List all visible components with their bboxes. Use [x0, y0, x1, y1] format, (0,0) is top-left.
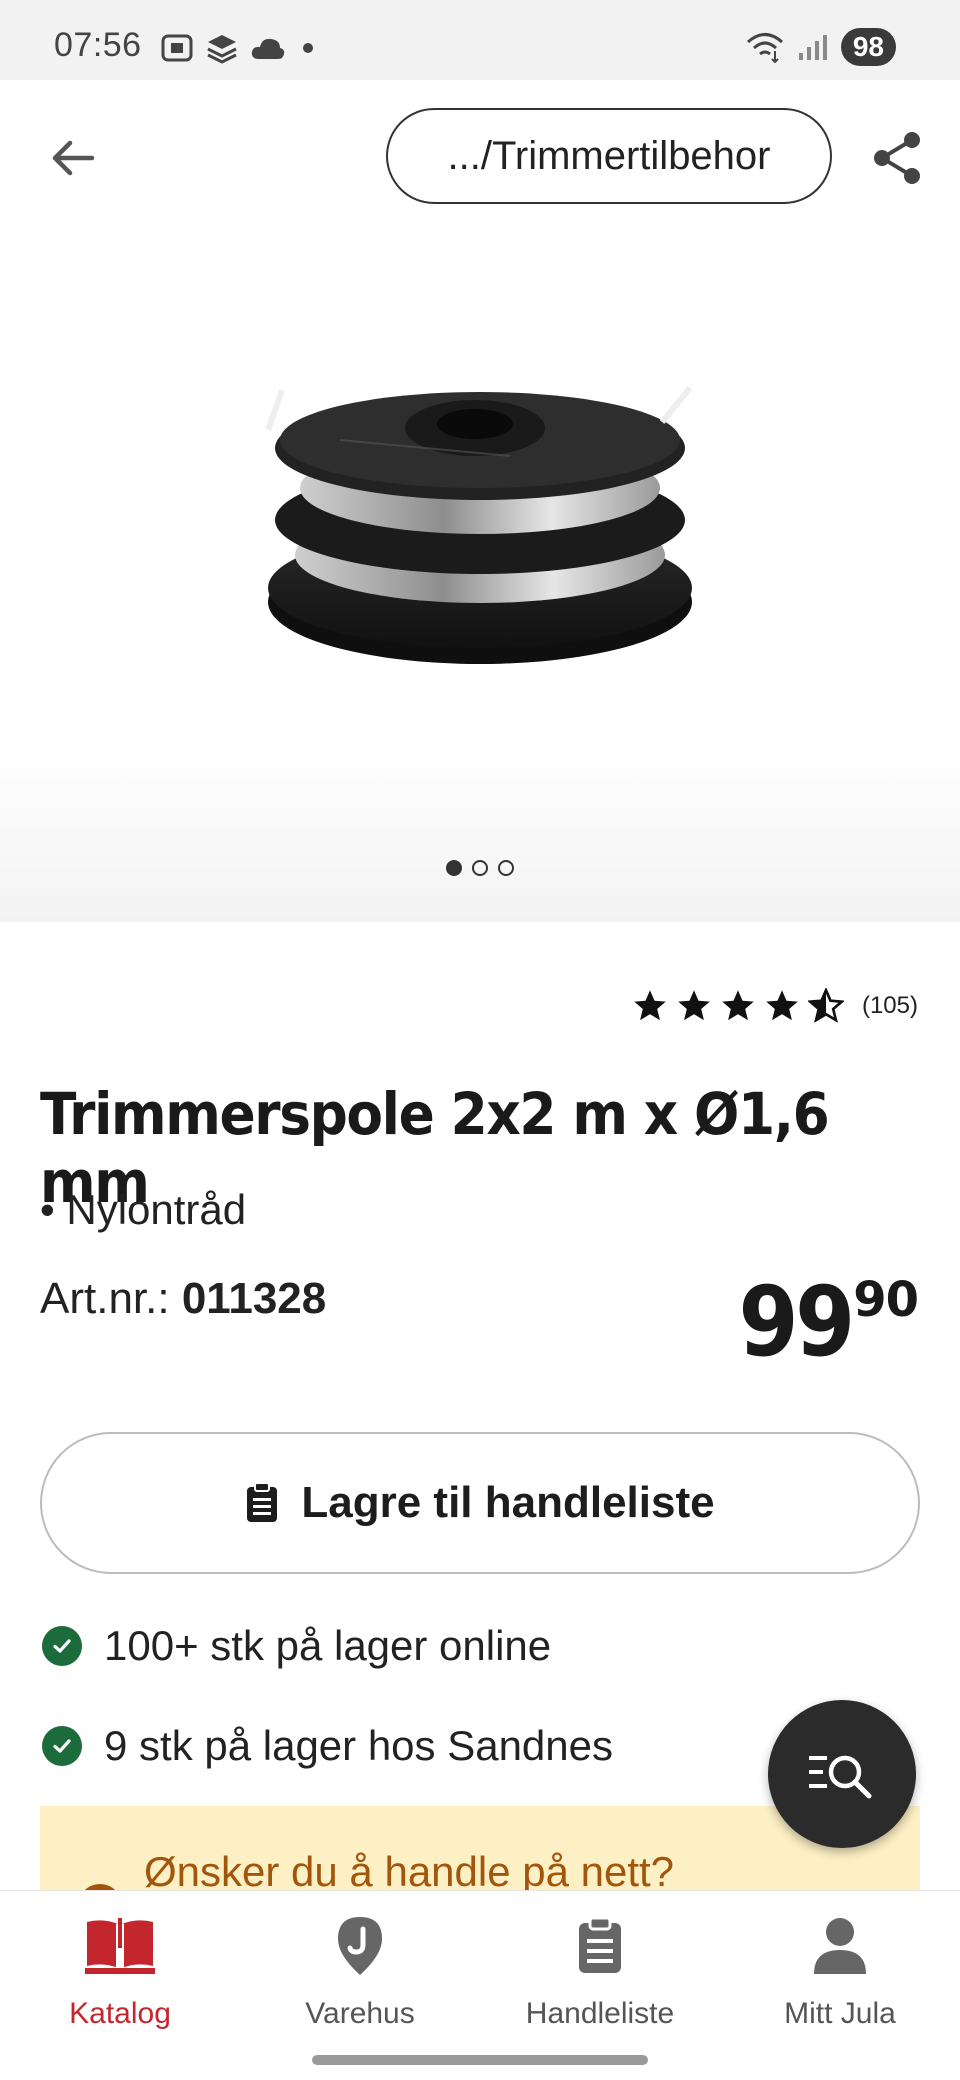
signal-icon — [798, 35, 827, 60]
rating[interactable]: (105) — [632, 988, 918, 1024]
stock-store[interactable]: 9 stk på lager hos Sandnes — [42, 1722, 613, 1770]
article-number: Art.nr.: 011328 — [40, 1274, 326, 1324]
nav-label: Mitt Jula — [784, 1997, 896, 2030]
gallery-dot[interactable] — [446, 860, 462, 876]
share-button[interactable] — [866, 126, 930, 190]
status-icons-right: 98 — [745, 28, 896, 66]
wifi-icon — [746, 33, 783, 63]
article-number-label: Art.nr.: — [40, 1274, 182, 1323]
clipboard-icon — [247, 1482, 278, 1522]
map-pin-icon — [320, 1911, 400, 1981]
article-number-value: 011328 — [181, 1274, 327, 1323]
clipboard-icon — [560, 1911, 640, 1981]
product-page: 07:56 98 .../Trimmertilbehor (105) Trimm… — [0, 0, 960, 2080]
product-gallery[interactable] — [0, 240, 960, 922]
book-icon — [80, 1911, 160, 1981]
back-button[interactable] — [44, 128, 104, 188]
banner-text: Ønsker du å handle på nett? — [144, 1848, 675, 1895]
nav-label: Varehus — [305, 1997, 415, 2030]
nav-label: Handleliste — [525, 1997, 675, 2030]
stock-online-text: 100+ stk på lager online — [104, 1622, 552, 1669]
stock-store-text: 9 stk på lager hos Sandnes — [104, 1722, 614, 1769]
cloud-icon — [251, 38, 285, 59]
nav-label: Katalog — [69, 1997, 171, 2030]
search-fab[interactable] — [768, 1700, 916, 1848]
price-decimal: 90 — [853, 1272, 919, 1328]
product-image — [265, 386, 693, 664]
layers-icon — [207, 35, 237, 64]
stock-online: 100+ stk på lager online — [42, 1622, 551, 1670]
star-icon — [634, 990, 666, 1021]
nav-item-handleliste[interactable]: Handleliste — [480, 1891, 720, 2041]
breadcrumb-label: .../Trimmertilbehor — [447, 133, 771, 178]
header: .../Trimmertilbehor — [0, 80, 960, 240]
star-half-icon — [807, 988, 844, 1023]
save-button-label: Lagre til handleliste — [301, 1478, 715, 1527]
save-to-list-button[interactable]: Lagre til handleliste — [40, 1432, 920, 1574]
search-list-icon — [809, 1755, 872, 1799]
bottom-navigation: Katalog Varehus Handleliste Mitt Jula — [0, 1890, 960, 2080]
gallery-dot[interactable] — [472, 860, 488, 876]
status-time: 07:56 — [54, 26, 142, 64]
nav-item-mitt-jula[interactable]: Mitt Jula — [720, 1891, 960, 2041]
check-icon — [42, 1726, 82, 1766]
battery-badge: 98 — [840, 28, 896, 66]
status-icons-left — [160, 30, 320, 66]
screenshot-icon — [161, 34, 193, 62]
price: 99 90 — [726, 1266, 919, 1378]
status-bar: 07:56 98 — [0, 0, 960, 80]
star-icon — [678, 990, 710, 1021]
dot-icon — [303, 43, 313, 53]
check-icon — [42, 1626, 82, 1666]
nav-item-katalog[interactable]: Katalog — [0, 1891, 240, 2041]
gallery-dot[interactable] — [498, 860, 514, 876]
breadcrumb[interactable]: .../Trimmertilbehor — [386, 108, 832, 204]
gallery-dots — [0, 860, 960, 876]
product-feature: • Nylontråd — [40, 1186, 247, 1233]
arrow-left-icon — [52, 140, 95, 176]
nav-item-varehus[interactable]: Varehus — [240, 1891, 480, 2041]
share-icon — [874, 132, 920, 184]
star-icon — [766, 990, 798, 1021]
home-indicator[interactable] — [312, 2055, 648, 2065]
review-count: (105) — [861, 992, 918, 1019]
star-icon — [722, 990, 754, 1021]
price-main: 99 — [738, 1266, 855, 1378]
person-icon — [800, 1911, 880, 1981]
